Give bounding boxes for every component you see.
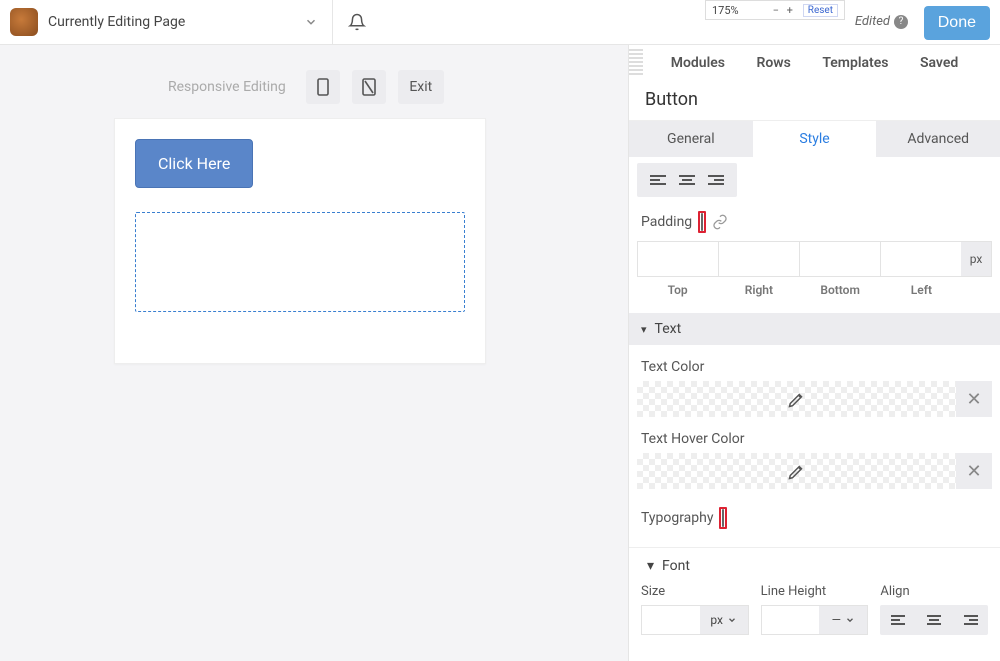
edited-label: Edited bbox=[855, 14, 890, 29]
padding-bottom-input[interactable] bbox=[800, 242, 881, 276]
page-title[interactable]: Currently Editing Page bbox=[48, 14, 185, 30]
padding-left-input[interactable] bbox=[881, 242, 961, 276]
divider bbox=[332, 0, 333, 45]
beaver-logo bbox=[10, 8, 38, 36]
tab-modules[interactable]: Modules bbox=[671, 55, 725, 71]
zoom-value: 175% bbox=[712, 4, 769, 17]
padding-top-label: Top bbox=[637, 283, 718, 297]
exit-button[interactable]: Exit bbox=[398, 70, 444, 104]
padding-left-label: Left bbox=[881, 283, 962, 297]
drop-zone[interactable] bbox=[135, 212, 465, 312]
section-text[interactable]: ▾ Text bbox=[629, 313, 1000, 345]
subtab-advanced[interactable]: Advanced bbox=[876, 121, 1000, 157]
text-hover-color-label: Text Hover Color bbox=[629, 417, 1000, 453]
text-color-picker[interactable] bbox=[637, 381, 956, 417]
align-right-icon[interactable] bbox=[704, 169, 729, 191]
align-label: Align bbox=[880, 584, 988, 599]
line-height-label: Line Height bbox=[761, 584, 869, 599]
link-values-icon[interactable] bbox=[712, 214, 728, 230]
chevron-down-icon: ▾ bbox=[641, 323, 647, 336]
device-tablet-button[interactable] bbox=[352, 70, 386, 104]
text-color-clear[interactable]: ✕ bbox=[956, 381, 992, 417]
padding-bottom-label: Bottom bbox=[800, 283, 881, 297]
drag-grip-icon[interactable] bbox=[629, 49, 643, 77]
device-phone-button[interactable] bbox=[306, 70, 340, 104]
zoom-control[interactable]: 175% − + Reset bbox=[705, 0, 845, 20]
chevron-down-icon: ▾ bbox=[647, 558, 654, 574]
editor-stage[interactable]: Click Here bbox=[114, 118, 486, 364]
typography-device-toggle[interactable] bbox=[719, 507, 727, 529]
text-hover-color-picker[interactable] bbox=[637, 453, 956, 489]
help-icon[interactable]: ? bbox=[894, 15, 908, 29]
text-align-right-icon[interactable] bbox=[953, 605, 988, 635]
padding-right-label: Right bbox=[718, 283, 799, 297]
text-color-label: Text Color bbox=[629, 345, 1000, 381]
tab-templates[interactable]: Templates bbox=[822, 55, 888, 71]
module-title: Button bbox=[629, 81, 1000, 120]
done-button[interactable]: Done bbox=[924, 6, 990, 40]
size-unit-select[interactable]: px bbox=[700, 606, 748, 634]
size-label: Size bbox=[641, 584, 749, 599]
align-center-icon[interactable] bbox=[674, 169, 699, 191]
settings-panel: Modules Rows Templates Saved Button Gene… bbox=[628, 45, 1000, 661]
chevron-down-icon[interactable] bbox=[304, 15, 318, 29]
padding-top-input[interactable] bbox=[638, 242, 719, 276]
line-height-unit-select[interactable]: — bbox=[819, 606, 867, 634]
section-font[interactable]: ▾ Font bbox=[629, 547, 1000, 584]
edited-status: Edited ? bbox=[855, 14, 908, 29]
padding-unit[interactable]: px bbox=[961, 242, 991, 276]
padding-label: Padding bbox=[641, 214, 692, 230]
text-align-center-icon[interactable] bbox=[917, 605, 952, 635]
subtab-general[interactable]: General bbox=[629, 121, 753, 157]
zoom-reset-button[interactable]: Reset bbox=[803, 4, 838, 17]
subtab-style[interactable]: Style bbox=[753, 121, 877, 157]
size-input[interactable] bbox=[642, 606, 700, 634]
zoom-in-button[interactable]: + bbox=[783, 4, 797, 17]
align-left-icon[interactable] bbox=[645, 169, 670, 191]
tab-rows[interactable]: Rows bbox=[756, 55, 790, 71]
cta-button[interactable]: Click Here bbox=[135, 139, 253, 188]
align-group bbox=[637, 163, 737, 197]
section-text-label: Text bbox=[655, 321, 682, 337]
text-hover-color-clear[interactable]: ✕ bbox=[956, 453, 992, 489]
responsive-editing-label: Responsive Editing bbox=[168, 79, 286, 95]
padding-device-toggle[interactable] bbox=[698, 211, 706, 233]
padding-right-input[interactable] bbox=[719, 242, 800, 276]
typography-label: Typography bbox=[641, 510, 713, 526]
zoom-out-button[interactable]: − bbox=[769, 4, 783, 17]
text-align-left-icon[interactable] bbox=[880, 605, 915, 635]
section-font-label: Font bbox=[662, 558, 690, 574]
tab-saved[interactable]: Saved bbox=[920, 55, 958, 71]
padding-inputs: px bbox=[637, 241, 992, 277]
line-height-input[interactable] bbox=[762, 606, 820, 634]
bell-icon[interactable] bbox=[339, 13, 375, 31]
